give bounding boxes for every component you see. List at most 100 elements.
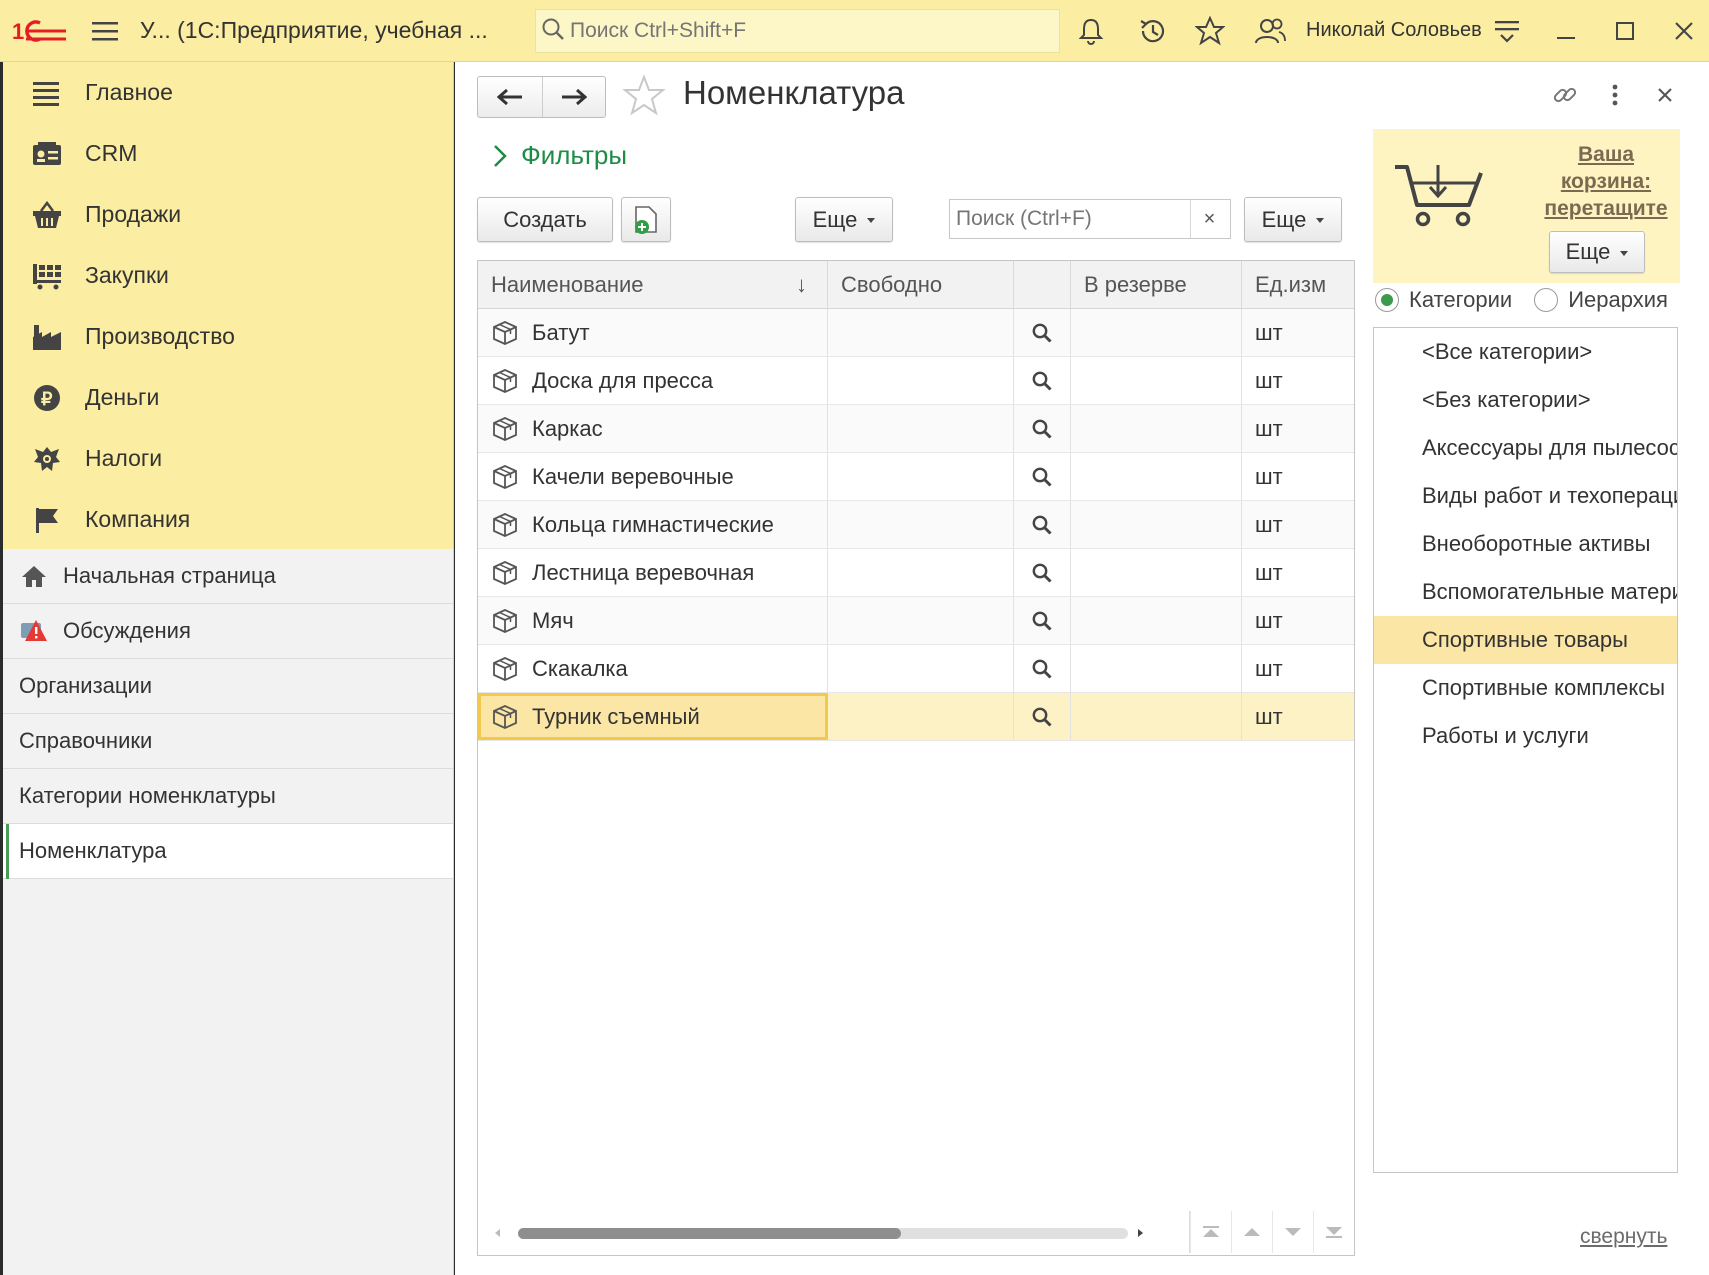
1c-logo-icon[interactable]: 1 — [0, 0, 80, 62]
cell-name[interactable]: Доска для пресса — [478, 357, 828, 404]
column-lookup-header[interactable] — [1014, 261, 1071, 308]
radio-hierarchy[interactable] — [1534, 288, 1559, 312]
scroll-thumb[interactable] — [518, 1228, 901, 1239]
lookup-magnifier-icon[interactable] — [1014, 549, 1071, 596]
global-search-input[interactable] — [564, 19, 1044, 43]
cell-name[interactable]: Турник съемный — [478, 693, 828, 740]
list-search-input[interactable] — [950, 207, 1190, 231]
close-window-icon[interactable] — [1667, 14, 1701, 48]
cell-free[interactable] — [828, 549, 1014, 596]
page-down-icon[interactable] — [1272, 1211, 1313, 1253]
category-item[interactable]: Спортивные товары — [1374, 616, 1677, 664]
more-vertical-icon[interactable] — [1598, 78, 1632, 112]
table-row[interactable]: Кольца гимнастические шт — [478, 501, 1354, 549]
favorite-star-icon[interactable] — [622, 74, 666, 121]
cell-free[interactable] — [828, 453, 1014, 500]
maximize-icon[interactable] — [1608, 14, 1642, 48]
section-crm[interactable]: CRM — [3, 123, 453, 184]
back-arrow-icon[interactable] — [478, 77, 542, 117]
bell-icon[interactable] — [1074, 14, 1108, 48]
cell-unit[interactable]: шт — [1242, 501, 1354, 548]
copy-add-button[interactable] — [621, 197, 671, 242]
category-item[interactable]: Внеоборотные активы — [1374, 520, 1677, 568]
clear-search-icon[interactable]: × — [1190, 200, 1228, 238]
cell-free[interactable] — [828, 309, 1014, 356]
cell-name[interactable]: Батут — [478, 309, 828, 356]
favorites-star-icon[interactable] — [1193, 14, 1227, 48]
global-search-box[interactable] — [535, 9, 1060, 53]
radio-categories[interactable] — [1375, 288, 1399, 312]
minimize-icon[interactable] — [1549, 14, 1583, 48]
lookup-magnifier-icon[interactable] — [1014, 357, 1071, 404]
list-search-box[interactable]: × — [949, 199, 1231, 239]
category-item[interactable]: <Все категории> — [1374, 328, 1677, 376]
cell-unit[interactable]: шт — [1242, 405, 1354, 452]
cell-free[interactable] — [828, 501, 1014, 548]
cell-name[interactable]: Скакалка — [478, 645, 828, 692]
scroll-right-icon[interactable] — [1136, 1228, 1144, 1238]
list-more-button[interactable]: Еще — [795, 197, 893, 242]
column-free-header[interactable]: Свободно — [828, 261, 1014, 308]
table-row[interactable]: Турник съемный шт — [478, 693, 1354, 741]
cell-reserve[interactable] — [1071, 549, 1242, 596]
category-item[interactable]: Виды работ и техоперации — [1374, 472, 1677, 520]
page-up-icon[interactable] — [1231, 1211, 1272, 1253]
cell-free[interactable] — [828, 405, 1014, 452]
section-company[interactable]: Компания — [3, 489, 453, 550]
cart-link[interactable]: Ваша корзина: перетащите — [1531, 141, 1681, 222]
table-row[interactable]: Скакалка шт — [478, 645, 1354, 693]
section-taxes[interactable]: Налоги — [3, 428, 453, 489]
settings-menu-icon[interactable] — [1490, 14, 1524, 48]
column-name-header[interactable]: Наименование ↓ — [478, 261, 828, 308]
table-row[interactable]: Качели веревочные шт — [478, 453, 1354, 501]
nav-organizations[interactable]: Организации — [3, 659, 453, 714]
link-icon[interactable] — [1548, 78, 1582, 112]
cell-unit[interactable]: шт — [1242, 453, 1354, 500]
cell-unit[interactable]: шт — [1242, 549, 1354, 596]
radio-label[interactable]: Категории — [1409, 287, 1512, 313]
horizontal-scrollbar[interactable] — [494, 1223, 1144, 1243]
lookup-magnifier-icon[interactable] — [1014, 309, 1071, 356]
lookup-magnifier-icon[interactable] — [1014, 645, 1071, 692]
close-form-icon[interactable] — [1648, 78, 1682, 112]
column-reserve-header[interactable]: В резерве — [1071, 261, 1242, 308]
section-production[interactable]: Производство — [3, 306, 453, 367]
section-main[interactable]: Главное — [3, 62, 453, 123]
cell-unit[interactable]: шт — [1242, 693, 1354, 740]
nav-catalogs[interactable]: Справочники — [3, 714, 453, 769]
cell-reserve[interactable] — [1071, 309, 1242, 356]
cell-free[interactable] — [828, 693, 1014, 740]
filters-toggle[interactable]: Фильтры — [493, 140, 627, 171]
section-purchases[interactable]: Закупки — [3, 245, 453, 306]
column-unit-header[interactable]: Ед.изм — [1242, 261, 1354, 308]
cell-reserve[interactable] — [1071, 693, 1242, 740]
cell-reserve[interactable] — [1071, 645, 1242, 692]
radio-label[interactable]: Иерархия — [1568, 287, 1668, 313]
nav-discussions[interactable]: Обсуждения — [3, 604, 453, 659]
nav-item-categories[interactable]: Категории номенклатуры — [3, 769, 453, 824]
cell-unit[interactable]: шт — [1242, 597, 1354, 644]
table-row[interactable]: Мяч шт — [478, 597, 1354, 645]
cell-free[interactable] — [828, 597, 1014, 644]
table-row[interactable]: Доска для пресса шт — [478, 357, 1354, 405]
category-item[interactable]: <Без категории> — [1374, 376, 1677, 424]
table-row[interactable]: Лестница веревочная шт — [478, 549, 1354, 597]
cell-unit[interactable]: шт — [1242, 309, 1354, 356]
scroll-left-icon[interactable] — [494, 1228, 502, 1238]
category-item[interactable]: Работы и услуги — [1374, 712, 1677, 760]
table-row[interactable]: Каркас шт — [478, 405, 1354, 453]
nav-item-nomenclature[interactable]: Номенклатура — [3, 824, 453, 879]
cart-more-button[interactable]: Еще — [1549, 231, 1645, 273]
lookup-magnifier-icon[interactable] — [1014, 597, 1071, 644]
main-menu-icon[interactable] — [80, 0, 130, 62]
users-icon[interactable] — [1253, 14, 1287, 48]
search-more-button[interactable]: Еще — [1244, 197, 1342, 242]
cart-drop-zone[interactable]: Ваша корзина: перетащите Еще — [1373, 129, 1680, 283]
cell-unit[interactable]: шт — [1242, 357, 1354, 404]
cell-reserve[interactable] — [1071, 453, 1242, 500]
cell-reserve[interactable] — [1071, 357, 1242, 404]
cell-name[interactable]: Мяч — [478, 597, 828, 644]
cell-name[interactable]: Лестница веревочная — [478, 549, 828, 596]
history-icon[interactable] — [1135, 14, 1169, 48]
scroll-to-top-icon[interactable] — [1190, 1211, 1231, 1253]
